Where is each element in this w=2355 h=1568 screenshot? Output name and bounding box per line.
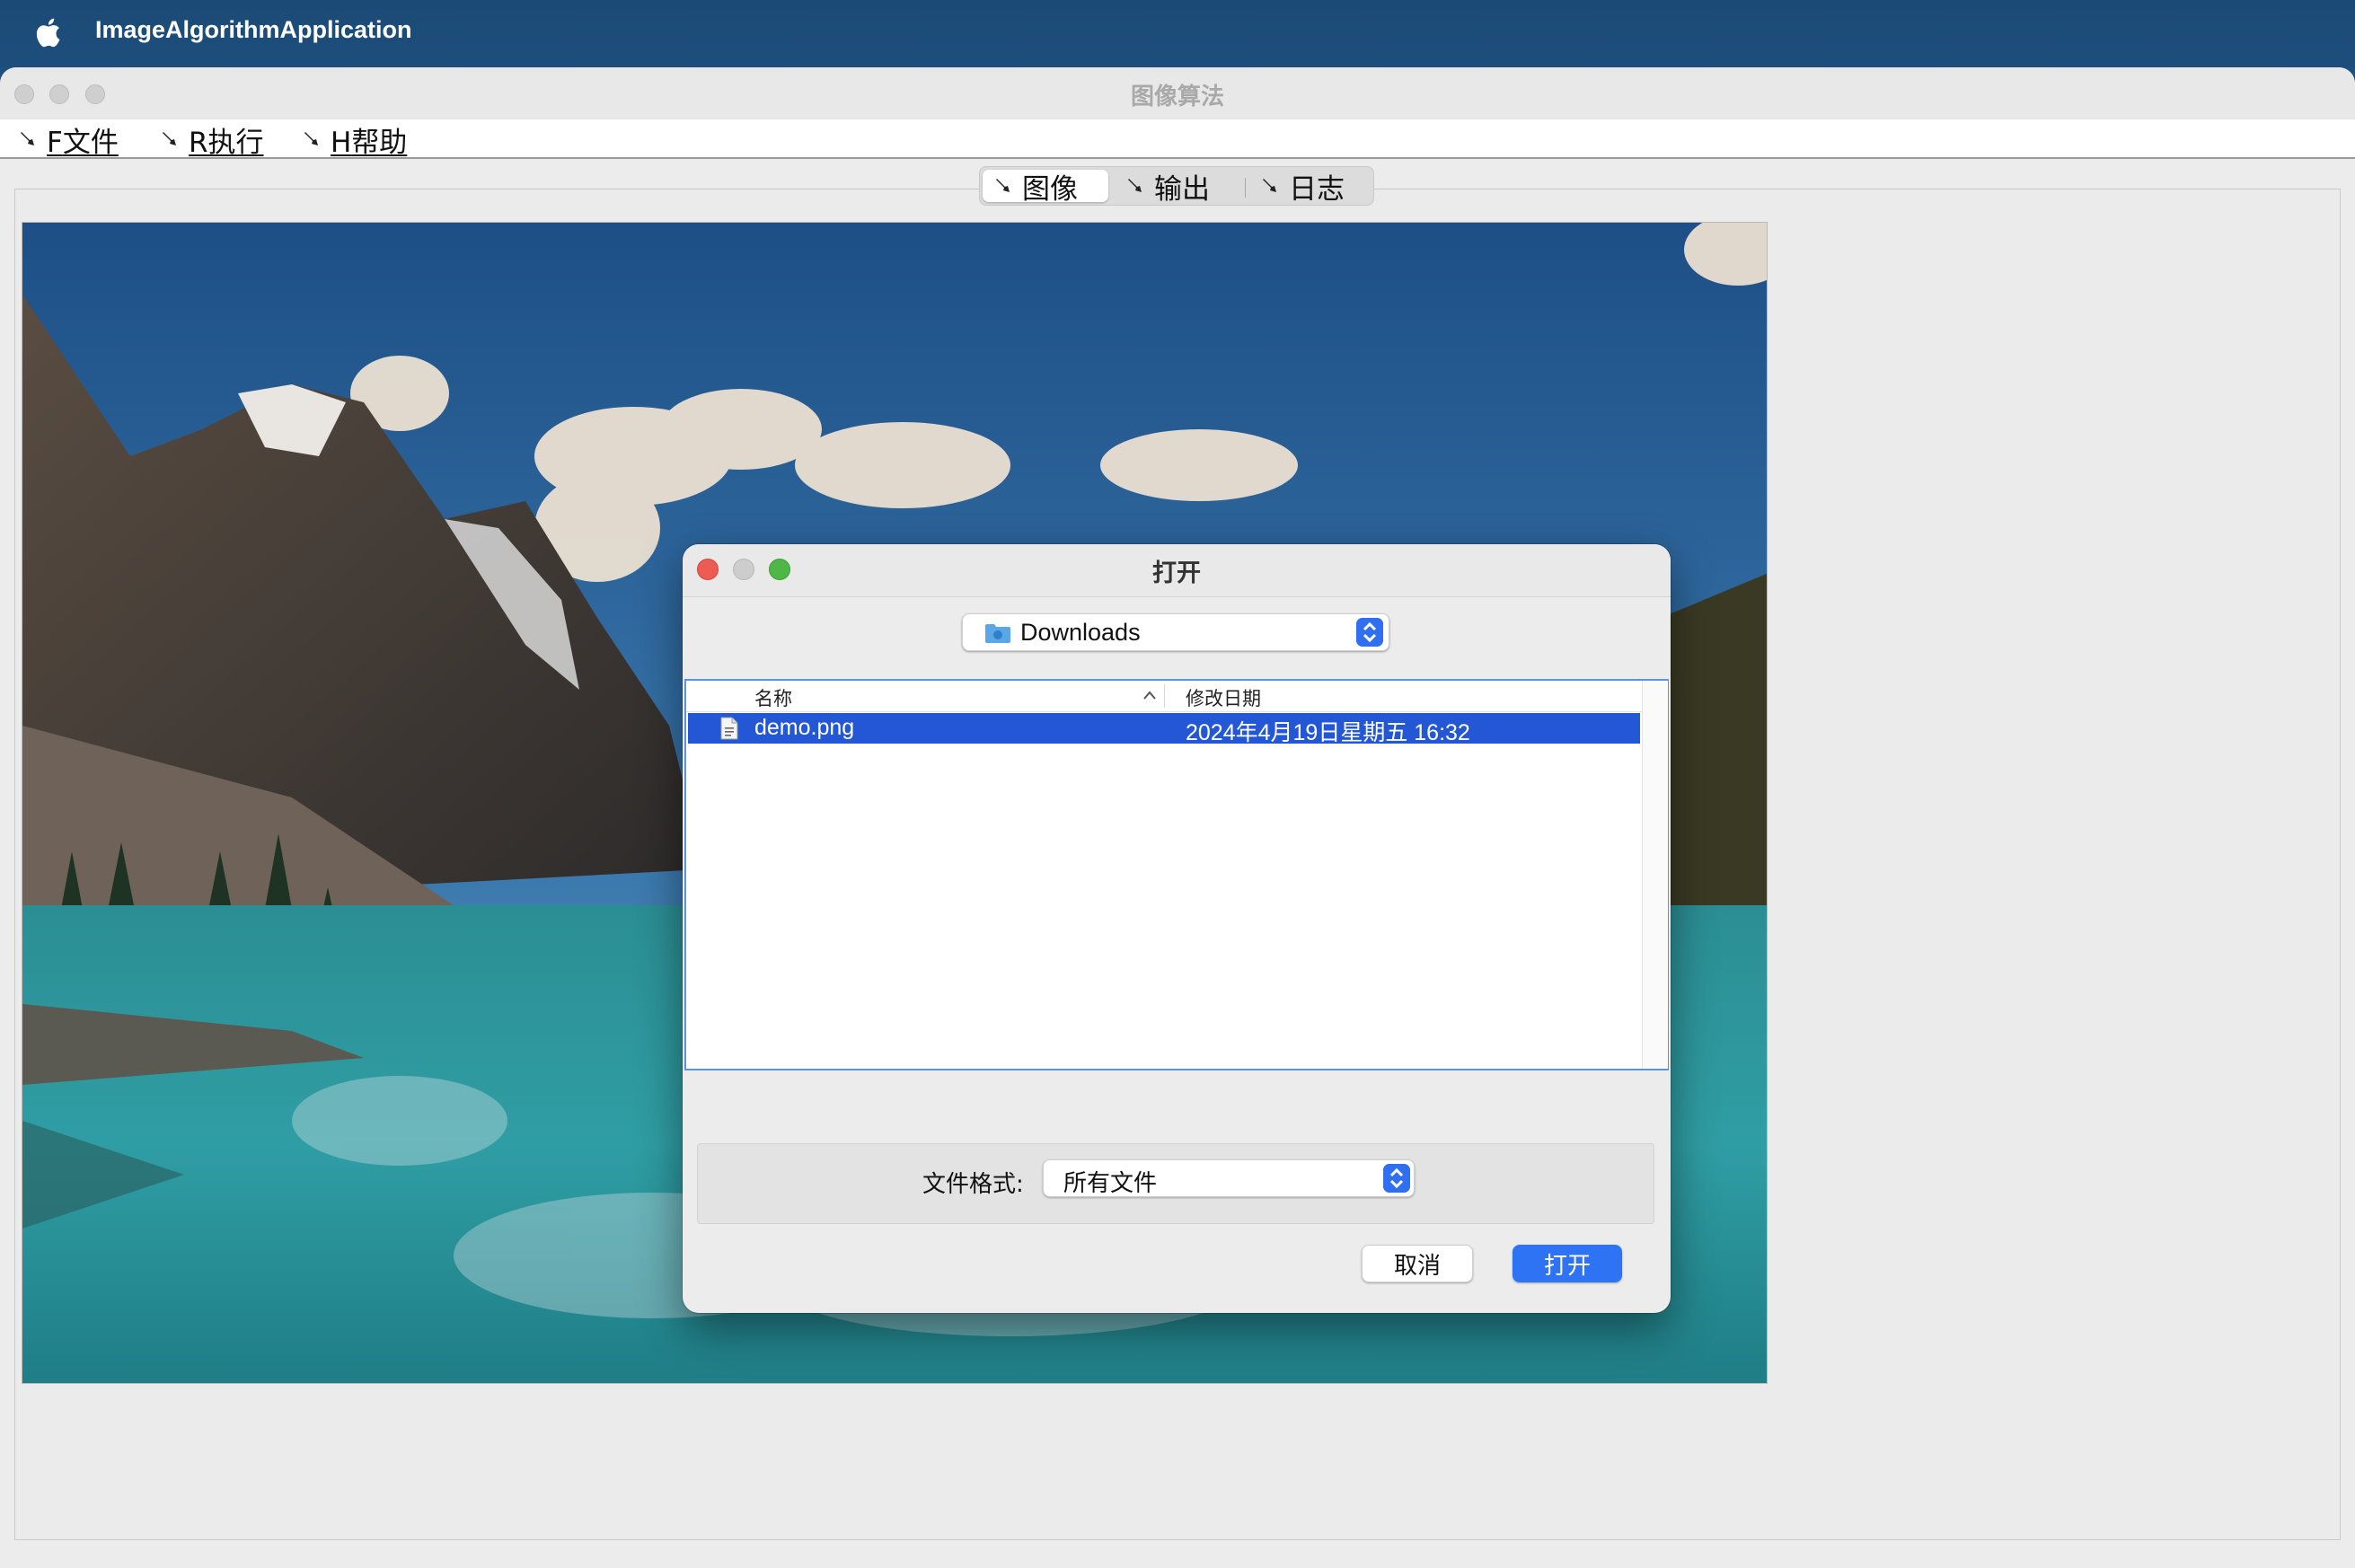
- app-name-menu[interactable]: ImageAlgorithmApplication: [95, 16, 412, 44]
- app-menu-strip: F文件 R执行 H帮助: [0, 119, 2355, 159]
- location-label: Downloads: [1020, 619, 1141, 646]
- menu-run-label: 执行: [207, 126, 264, 159]
- file-format-label: 文件格式:: [922, 1171, 1024, 1198]
- menu-file-mnemonic: F: [47, 126, 63, 159]
- apple-logo-icon[interactable]: [34, 16, 61, 48]
- pin-icon: [163, 132, 176, 145]
- pin-icon: [304, 132, 318, 145]
- tab-separator: [1245, 178, 1246, 198]
- menu-run-mnemonic: R: [189, 126, 208, 159]
- file-format-dropdown[interactable]: 所有文件: [1043, 1159, 1415, 1197]
- window-titlebar: 图像算法: [0, 67, 2355, 120]
- tab-image-label: 图像: [1022, 172, 1078, 206]
- window-title: 图像算法: [1130, 84, 1224, 110]
- main-window: 图像算法 F文件 R执行 H帮助 图像 输出 日志 打开 Downloads 名…: [0, 67, 2355, 1568]
- dialog-title: 打开: [1152, 559, 1201, 587]
- tab-log-label: 日志: [1289, 172, 1345, 206]
- file-name: demo.png: [754, 715, 855, 740]
- file-format-value: 所有文件: [1063, 1170, 1158, 1197]
- tab-bar: 图像 输出 日志: [979, 166, 1374, 206]
- column-divider[interactable]: [1164, 684, 1165, 708]
- file-format-panel: 文件格式: 所有文件: [697, 1143, 1654, 1224]
- column-date[interactable]: 修改日期: [1186, 684, 1261, 711]
- file-row-selected[interactable]: demo.png 2024年4月19日星期五 16:32: [688, 713, 1640, 745]
- dialog-titlebar: 打开: [683, 544, 1671, 597]
- open-file-dialog: 打开 Downloads 名称 修改日期 demo.png 2024年4月19日…: [683, 544, 1671, 1313]
- column-name[interactable]: 名称: [754, 684, 792, 711]
- chevron-updown-icon: [1383, 1164, 1410, 1193]
- pin-icon: [1263, 179, 1276, 192]
- column-header: 名称 修改日期: [686, 681, 1642, 712]
- folder-icon: [985, 624, 1010, 643]
- menu-run[interactable]: R执行: [160, 123, 264, 159]
- system-menu-bar: ImageAlgorithmApplication: [0, 0, 2355, 67]
- menu-help-mnemonic: H: [331, 126, 352, 159]
- open-button[interactable]: 打开: [1513, 1245, 1622, 1282]
- image-file-icon: [720, 717, 738, 740]
- tab-output-label: 输出: [1154, 172, 1210, 206]
- tab-output[interactable]: 输出: [1115, 170, 1240, 206]
- sort-ascending-icon: [1143, 691, 1156, 700]
- pin-icon: [1128, 179, 1142, 192]
- location-dropdown[interactable]: Downloads: [962, 613, 1389, 651]
- menu-file[interactable]: F文件: [18, 123, 119, 159]
- pin-icon: [996, 179, 1010, 192]
- file-modified-date: 2024年4月19日星期五 16:32: [1186, 720, 1470, 745]
- chevron-updown-icon: [1356, 618, 1383, 647]
- cancel-button[interactable]: 取消: [1362, 1245, 1473, 1282]
- tab-image[interactable]: 图像: [983, 170, 1108, 206]
- menu-help-label: 帮助: [351, 126, 408, 159]
- tab-log[interactable]: 日志: [1249, 170, 1372, 206]
- menu-file-label: 文件: [62, 126, 119, 159]
- pin-icon: [21, 132, 34, 145]
- file-list-scrollbar[interactable]: [1642, 681, 1668, 1069]
- menu-help[interactable]: H帮助: [302, 123, 407, 159]
- file-list[interactable]: 名称 修改日期 demo.png 2024年4月19日星期五 16:32: [684, 679, 1669, 1070]
